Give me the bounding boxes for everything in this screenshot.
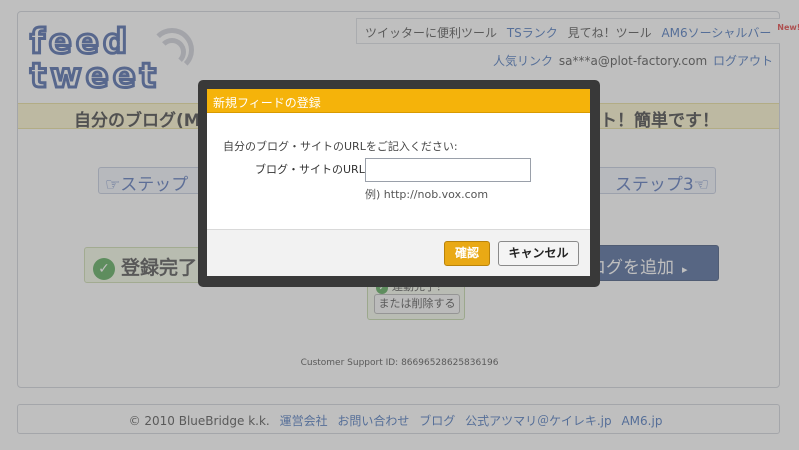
dialog-frame: 新規フィードの登録 自分のブログ・サイトのURLをご記入ください: ブログ・サイ…	[198, 80, 600, 287]
url-input[interactable]	[365, 158, 531, 182]
dialog-body: 自分のブログ・サイトのURLをご記入ください: ブログ・サイトのURL 例) h…	[207, 113, 590, 229]
cancel-button[interactable]: キャンセル	[498, 241, 579, 266]
new-feed-dialog: 新規フィードの登録 自分のブログ・サイトのURLをご記入ください: ブログ・サイ…	[207, 89, 590, 276]
url-example: 例) http://nob.vox.com	[365, 188, 489, 201]
confirm-button[interactable]: 確認	[444, 241, 490, 266]
url-field-label: ブログ・サイトのURL	[255, 163, 365, 176]
dialog-title: 新規フィードの登録	[207, 89, 590, 113]
dialog-prompt: 自分のブログ・サイトのURLをご記入ください:	[223, 140, 458, 153]
dialog-footer: 確認 キャンセル	[207, 229, 590, 276]
